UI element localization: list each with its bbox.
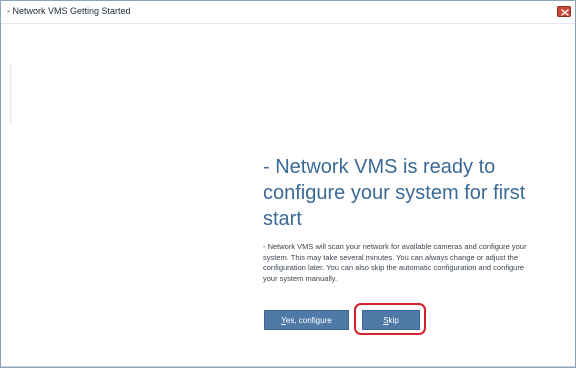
yes-configure-button[interactable]: Yes, configure xyxy=(264,310,349,330)
skip-button[interactable]: Skip xyxy=(362,310,420,330)
scroll-indicator xyxy=(9,64,12,124)
close-icon xyxy=(561,9,569,16)
page-heading: - Network VMS is ready to configure your… xyxy=(263,156,526,230)
window-title: - Network VMS Getting Started xyxy=(7,6,131,16)
skip-button-label: kip xyxy=(388,316,399,325)
close-button[interactable] xyxy=(557,6,571,17)
window-bottom-border xyxy=(1,366,575,367)
yes-button-label: es, configure xyxy=(285,316,332,325)
description-text: - Network VMS will scan your network for… xyxy=(263,242,527,283)
title-bar: - Network VMS Getting Started xyxy=(1,1,575,24)
getting-started-window: - Network VMS Getting Started - Network … xyxy=(0,0,576,368)
